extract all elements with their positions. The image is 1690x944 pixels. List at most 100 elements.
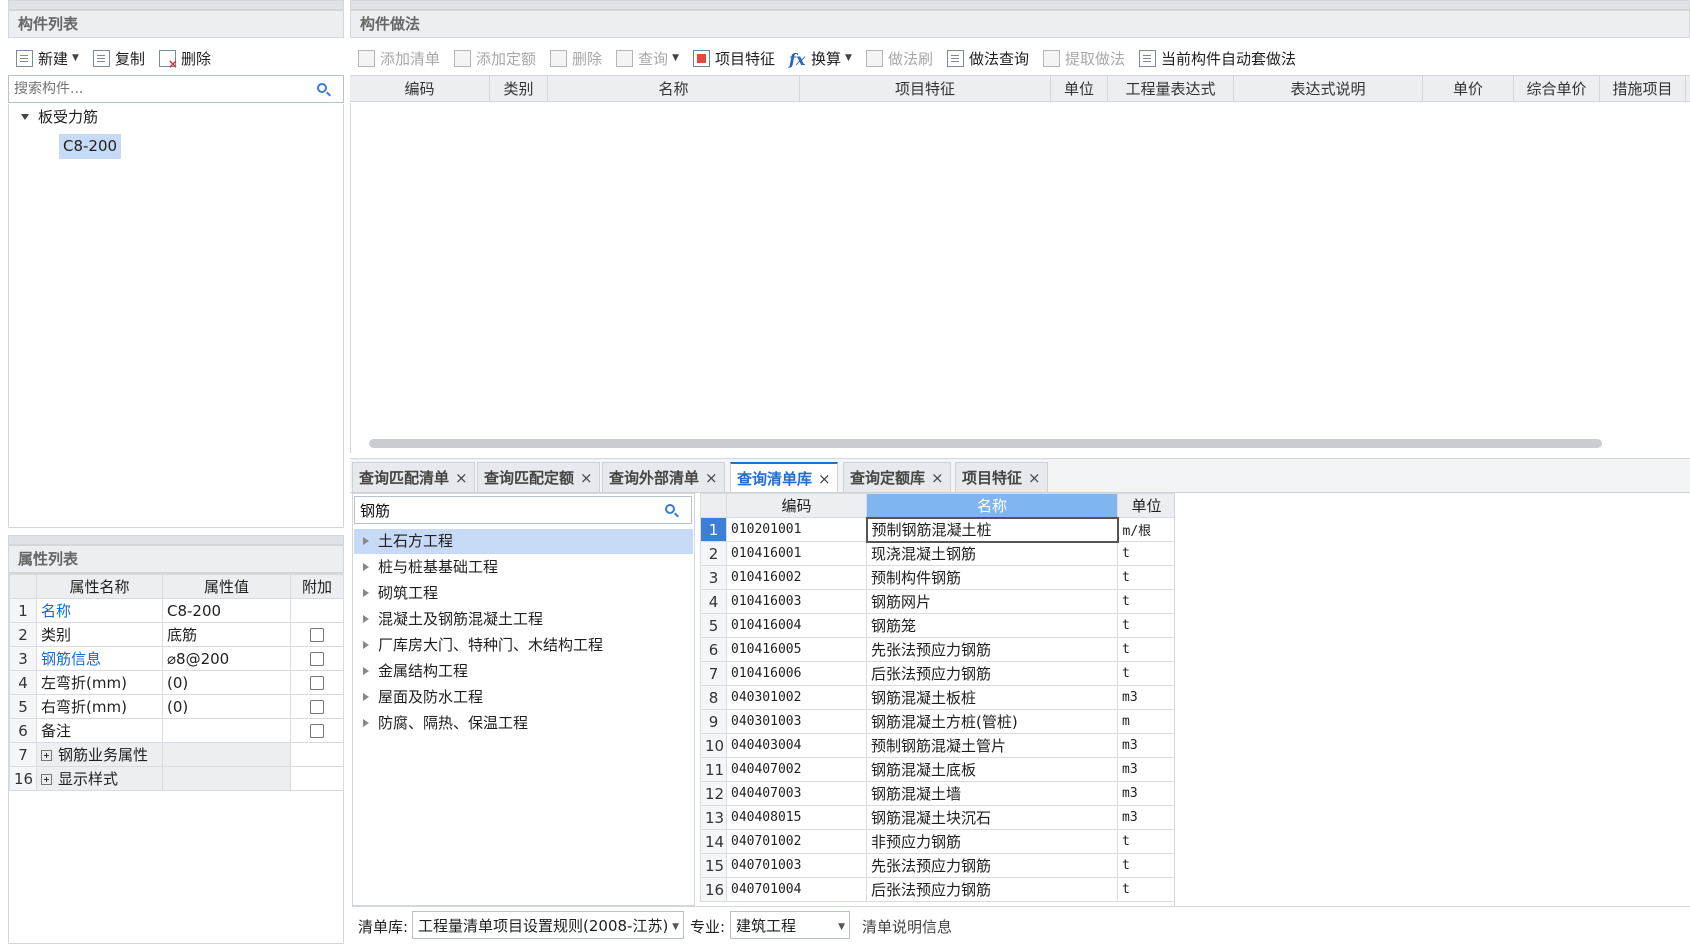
col-result-unit[interactable]: 单位	[1117, 493, 1174, 518]
result-unit[interactable]: m3	[1117, 781, 1174, 806]
result-code[interactable]: 010416001	[726, 541, 867, 566]
prop-value[interactable]: C8-200	[162, 598, 291, 623]
expand-triangle-icon[interactable]	[363, 589, 369, 597]
expand-triangle-icon[interactable]	[363, 563, 369, 571]
extract-method-button[interactable]: 提取做法	[1037, 44, 1131, 72]
col-type[interactable]: 类别	[490, 76, 548, 101]
chevron-down-icon[interactable]: ▼	[672, 922, 679, 932]
table-row[interactable]: 9 040301003 钢筋混凝土方桩(管桩) m	[700, 709, 1174, 734]
table-row[interactable]: 5 010416004 钢筋笼 t	[700, 613, 1174, 638]
result-code[interactable]: 010416004	[726, 613, 867, 638]
close-icon[interactable]: ×	[455, 469, 468, 487]
query-search-input[interactable]	[360, 501, 660, 519]
copy-button[interactable]: 复制	[87, 44, 151, 72]
col-result-name[interactable]: 名称	[866, 493, 1118, 518]
result-code[interactable]: 040407003	[726, 781, 867, 806]
result-code[interactable]: 010416003	[726, 589, 867, 614]
close-icon[interactable]: ×	[580, 469, 593, 487]
tab-external-list[interactable]: 查询外部清单 ×	[602, 462, 725, 492]
result-unit[interactable]: m3	[1117, 733, 1174, 758]
expand-triangle-icon[interactable]	[363, 693, 369, 701]
result-code[interactable]: 010201001	[726, 517, 867, 542]
prop-value[interactable]: 底筋	[162, 622, 291, 647]
category-item[interactable]: 厂库房大门、特种门、木结构工程	[363, 633, 603, 658]
result-name[interactable]: 后张法预应力钢筋	[866, 661, 1118, 686]
search-icon[interactable]	[665, 504, 675, 514]
result-code[interactable]: 040701003	[726, 853, 867, 878]
close-icon[interactable]: ×	[931, 469, 944, 487]
category-item[interactable]: 防腐、隔热、保温工程	[363, 711, 528, 736]
method-delete-button[interactable]: 删除	[544, 44, 608, 72]
result-unit[interactable]: t	[1117, 829, 1174, 854]
col-code[interactable]: 编码	[350, 76, 490, 101]
table-row[interactable]: 14 040701002 非预应力钢筋 t	[700, 829, 1174, 854]
prop-row[interactable]: 6 备注	[9, 718, 344, 743]
prop-group-row[interactable]: 16 显示样式	[9, 766, 344, 791]
prop-value[interactable]: (0)	[162, 670, 291, 695]
col-total-price[interactable]: 综合单价	[1514, 76, 1600, 101]
expand-plus-icon[interactable]	[41, 750, 52, 761]
expand-plus-icon[interactable]	[41, 774, 52, 785]
category-item[interactable]: 混凝土及钢筋混凝土工程	[363, 607, 543, 632]
result-name[interactable]: 现浇混凝土钢筋	[866, 541, 1118, 566]
prop-value[interactable]	[162, 718, 291, 743]
category-item[interactable]: 土石方工程	[354, 529, 693, 554]
table-row[interactable]: 3 010416002 预制构件钢筋 t	[700, 565, 1174, 590]
expand-triangle-icon[interactable]	[363, 615, 369, 623]
result-unit[interactable]: m3	[1117, 805, 1174, 830]
chevron-down-icon[interactable]: ▼	[72, 53, 79, 63]
component-search-box[interactable]	[8, 75, 344, 103]
result-code[interactable]: 040301003	[726, 709, 867, 734]
result-name[interactable]: 钢筋混凝土方桩(管桩)	[866, 709, 1118, 734]
result-code[interactable]: 040701002	[726, 829, 867, 854]
col-expression-desc[interactable]: 表达式说明	[1234, 76, 1423, 101]
prop-group-cell[interactable]: 显示样式	[36, 766, 163, 791]
delete-button[interactable]: 删除	[153, 44, 217, 72]
table-row[interactable]: 13 040408015 钢筋混凝土块沉石 m3	[700, 805, 1174, 830]
tree-item-c8-200[interactable]: C8-200	[59, 134, 122, 159]
component-search-input[interactable]	[14, 81, 314, 97]
query-button[interactable]: 查询 ▼	[610, 44, 685, 72]
expand-triangle-icon[interactable]	[363, 537, 369, 545]
tab-match-quota[interactable]: 查询匹配定额 ×	[477, 462, 600, 492]
prop-row[interactable]: 3 钢筋信息 ⌀8@200	[9, 646, 344, 671]
table-row[interactable]: 7 010416006 后张法预应力钢筋 t	[700, 661, 1174, 686]
result-name[interactable]: 后张法预应力钢筋	[866, 877, 1118, 902]
category-item[interactable]: 屋面及防水工程	[363, 685, 483, 710]
table-row[interactable]: 12 040407003 钢筋混凝土墙 m3	[700, 781, 1174, 806]
extra-checkbox[interactable]	[310, 700, 324, 714]
chevron-down-icon[interactable]: ▼	[672, 53, 679, 63]
result-name[interactable]: 钢筋混凝土墙	[866, 781, 1118, 806]
close-icon[interactable]: ×	[818, 470, 831, 488]
add-list-button[interactable]: 添加清单	[352, 44, 446, 72]
tab-list-library[interactable]: 查询清单库 ×	[730, 462, 838, 492]
query-search-box[interactable]	[354, 496, 692, 524]
tab-quota-library[interactable]: 查询定额库 ×	[843, 462, 951, 492]
chevron-down-icon[interactable]: ▼	[845, 53, 852, 63]
result-name[interactable]: 钢筋笼	[866, 613, 1118, 638]
list-info-link[interactable]: 清单说明信息	[862, 916, 952, 937]
item-feature-button[interactable]: 项目特征	[687, 44, 781, 72]
col-unit[interactable]: 单位	[1051, 76, 1108, 101]
result-unit[interactable]: m	[1117, 709, 1174, 734]
result-code[interactable]: 040403004	[726, 733, 867, 758]
table-row[interactable]: 10 040403004 预制钢筋混凝土管片 m3	[700, 733, 1174, 758]
result-code[interactable]: 010416005	[726, 637, 867, 662]
table-row[interactable]: 15 040701003 先张法预应力钢筋 t	[700, 853, 1174, 878]
close-icon[interactable]: ×	[1028, 469, 1041, 487]
table-row[interactable]: 4 010416003 钢筋网片 t	[700, 589, 1174, 614]
col-result-code[interactable]: 编码	[726, 493, 867, 518]
table-row[interactable]: 1 010201001 预制钢筋混凝土桩 m/根	[700, 516, 1174, 543]
col-measure[interactable]: 措施项目	[1600, 76, 1686, 101]
prop-group-cell[interactable]: 钢筋业务属性	[36, 742, 163, 767]
expand-triangle-icon[interactable]	[363, 667, 369, 675]
extra-checkbox[interactable]	[310, 676, 324, 690]
major-select[interactable]: 建筑工程 ▼	[730, 911, 850, 939]
prop-name[interactable]: 钢筋信息	[36, 646, 163, 671]
category-item[interactable]: 砌筑工程	[363, 581, 438, 606]
prop-value[interactable]: (0)	[162, 694, 291, 719]
expand-triangle-icon[interactable]	[363, 719, 369, 727]
tab-match-list[interactable]: 查询匹配清单 ×	[352, 462, 475, 492]
search-icon[interactable]	[317, 83, 327, 93]
result-unit[interactable]: t	[1117, 541, 1174, 566]
